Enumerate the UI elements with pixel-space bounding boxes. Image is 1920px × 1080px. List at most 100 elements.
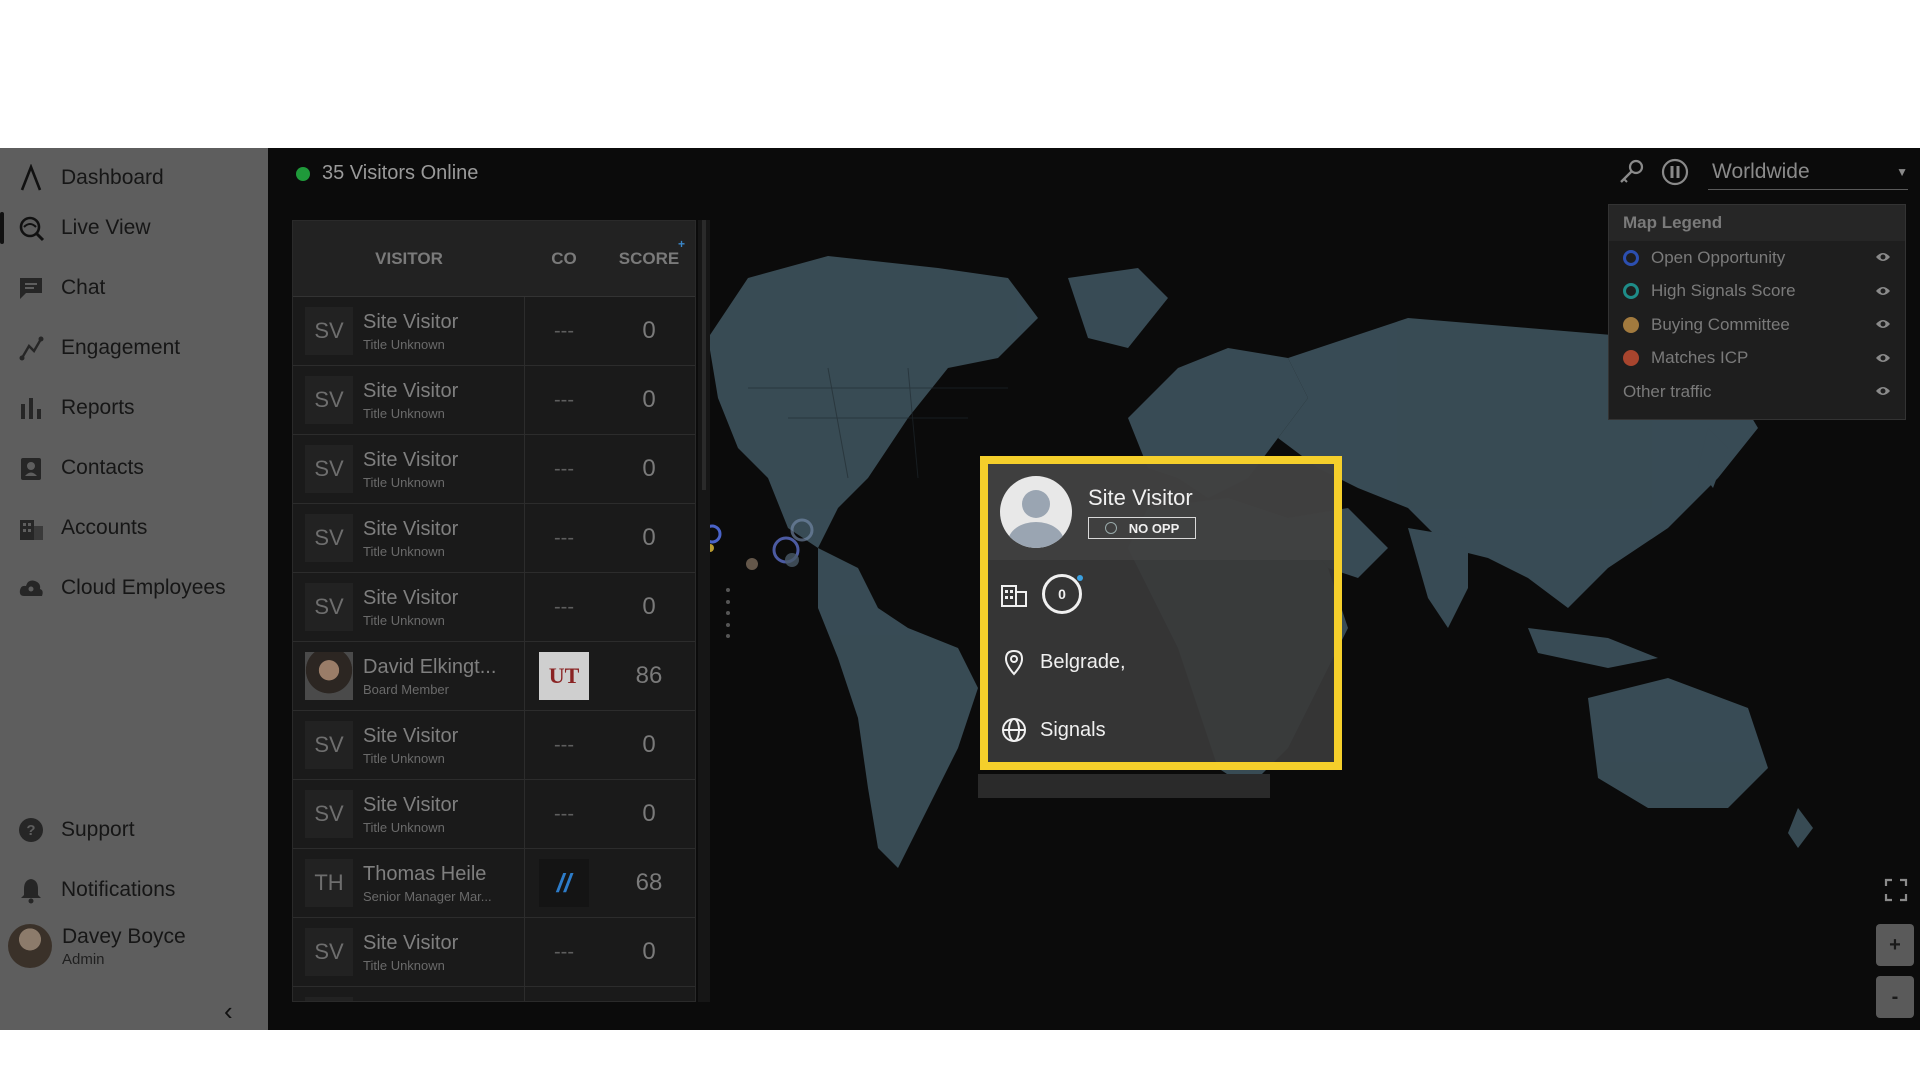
chat-icon (16, 273, 46, 303)
company-logo[interactable]: // (539, 859, 589, 907)
header-visitor[interactable]: VISITOR (293, 249, 525, 269)
buying-committee-marker-icon (1623, 316, 1639, 333)
visitor-name: Site Visitor (363, 793, 459, 816)
nav-engagement[interactable]: Engagement (0, 322, 268, 374)
nav-live-view[interactable]: Live View (0, 202, 268, 254)
nav-notifications[interactable]: Notifications (0, 864, 268, 916)
company-cell: UT (525, 642, 603, 710)
visitor-cell: SV Site Visitor Title Unknown (293, 573, 525, 641)
visitor-cell: SV Site Visitor Title Unknown (293, 504, 525, 572)
table-row[interactable]: SV Site Visitor Title Unknown --- 0 (293, 504, 695, 573)
visitor-title: Title Unknown (363, 474, 445, 490)
nav-accounts[interactable]: Accounts (0, 502, 268, 554)
fullscreen-icon[interactable] (1884, 878, 1908, 902)
region-select[interactable]: Worldwide ▼ (1708, 154, 1908, 190)
table-row[interactable]: SV Site Visitor Title Unknown --- 0 (293, 573, 695, 642)
company-cell: --- (525, 918, 603, 986)
visitor-title: Title Unknown (363, 336, 445, 352)
user-profile[interactable]: Davey Boyce Admin (8, 924, 186, 968)
pause-icon[interactable] (1660, 157, 1690, 187)
svg-text:?: ? (26, 822, 35, 839)
zoom-in-button[interactable]: + (1876, 924, 1914, 966)
legend-label: Other traffic (1623, 381, 1712, 401)
company-placeholder: --- (554, 940, 574, 963)
nav-dashboard[interactable]: Dashboard (0, 152, 268, 204)
visitor-name: Site Visitor (363, 724, 459, 747)
visitor-cell: SV Site Visitor Title Unknown (293, 435, 525, 503)
table-row[interactable]: SV Site Visitor Title Unknown --- 0 (293, 297, 695, 366)
visitor-popup[interactable]: Site Visitor NO OPP 0 Belgrade, Signals (980, 456, 1342, 770)
eye-icon[interactable] (1875, 385, 1891, 397)
visitor-title: Title Unknown (363, 750, 445, 766)
visitor-initials: SV (305, 790, 353, 838)
visitor-initials: SV (305, 445, 353, 493)
region-value: Worldwide (1712, 159, 1810, 183)
map-legend: Map Legend Open Opportunity High Signals… (1608, 204, 1906, 420)
eye-icon[interactable] (1875, 352, 1891, 364)
eye-icon[interactable] (1875, 285, 1891, 297)
table-row[interactable]: SV Site Visitor Title Unknown --- 0 (293, 711, 695, 780)
popup-signals-row[interactable]: Signals (988, 696, 1334, 764)
table-row[interactable]: SV Site Visitor Title Unknown --- 0 (293, 780, 695, 849)
popup-score: 0 (1042, 574, 1083, 614)
header-score[interactable]: SCORE + (603, 237, 695, 269)
legend-title: Map Legend (1609, 205, 1905, 241)
visitor-initials: SV (305, 928, 353, 976)
zoom-out-button[interactable]: - (1876, 976, 1914, 1018)
company-cell: --- (525, 504, 603, 572)
contacts-icon (16, 453, 46, 483)
table-row[interactable]: SV Site Visitor Title Unknown --- 0 (293, 366, 695, 435)
score-cell (603, 987, 695, 1001)
collapse-sidebar-icon[interactable]: ‹ (224, 996, 233, 1027)
nav-reports[interactable]: Reports (0, 382, 268, 434)
popup-location-row: Belgrade, (988, 628, 1334, 696)
table-row[interactable]: David Elkingt... Board Member UT 86 (293, 642, 695, 711)
legend-label: Open Opportunity (1651, 247, 1786, 267)
visitors-online-text: 35 Visitors Online (322, 162, 479, 184)
cloud-icon (16, 573, 46, 603)
nav-chat[interactable]: Chat (0, 262, 268, 314)
score-cell: 86 (635, 662, 663, 689)
eye-icon[interactable] (1875, 251, 1891, 263)
table-row[interactable]: TH Thomas Heile Senior Manager Mar... // 68 (293, 849, 695, 918)
visitor-initials: SV (305, 583, 353, 631)
visitor-name: Site Visitor (363, 379, 459, 402)
table-scrollbar[interactable] (698, 220, 710, 1002)
visitor-name: Site Visitor (363, 448, 459, 471)
user-name: Davey Boyce (62, 924, 186, 948)
score-cell: 0 (642, 938, 656, 965)
company-placeholder: --- (554, 457, 574, 480)
scrollbar-thumb[interactable] (702, 220, 706, 490)
popup-shadow (978, 774, 1270, 798)
nav-label: Chat (61, 276, 106, 299)
nav-label: Contacts (61, 456, 144, 479)
popup-visitor-name[interactable]: Site Visitor (1088, 485, 1196, 511)
popup-header: Site Visitor NO OPP (988, 464, 1334, 560)
visitor-photo (305, 652, 353, 700)
visitor-avatar (1000, 476, 1072, 548)
nav-contacts[interactable]: Contacts (0, 442, 268, 494)
building-icon (16, 513, 46, 543)
header-score-label: SCORE (618, 248, 680, 268)
table-row[interactable]: SV Site Visitor Title Unknown --- 0 (293, 435, 695, 504)
key-icon[interactable] (1616, 157, 1646, 187)
score-cell: 68 (635, 869, 663, 896)
table-row[interactable]: SVSite Visit... (293, 987, 695, 1001)
open-opportunity-marker-icon (1623, 249, 1639, 266)
company-placeholder: --- (554, 319, 574, 342)
panel-resize-handle[interactable] (726, 588, 730, 638)
header-company[interactable]: CO (525, 249, 603, 269)
company-cell: --- (525, 435, 603, 503)
table-header: VISITOR CO SCORE + (293, 221, 695, 297)
legend-matches-icp: Matches ICP (1609, 342, 1905, 376)
legend-label: Buying Committee (1651, 314, 1790, 334)
nav-cloud-employees[interactable]: Cloud Employees (0, 562, 268, 614)
visitor-name: Site Visitor (363, 517, 459, 540)
nav-support[interactable]: ? Support (0, 804, 268, 856)
company-logo[interactable]: UT (539, 652, 589, 700)
eye-icon[interactable] (1875, 318, 1891, 330)
high-signals-marker-icon (1623, 283, 1639, 300)
visitor-name: Thomas Heile (363, 862, 487, 885)
bar-chart-icon (16, 393, 46, 423)
table-row[interactable]: SV Site Visitor Title Unknown --- 0 (293, 918, 695, 987)
